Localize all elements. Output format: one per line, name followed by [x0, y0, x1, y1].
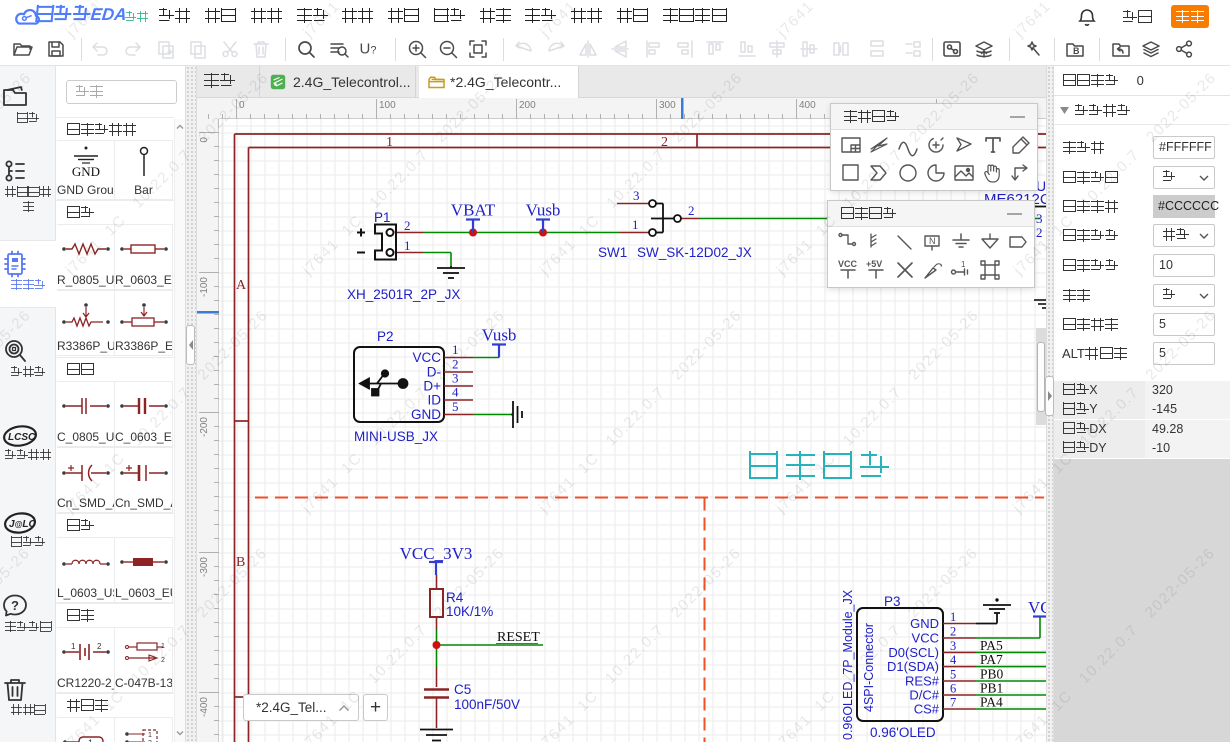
svg-text:1: 1	[161, 643, 165, 650]
svg-text:B: B	[1073, 46, 1080, 56]
svg-text:D+: D+	[423, 379, 441, 394]
svg-text:1: 1	[386, 135, 393, 150]
svg-text:1: 1	[404, 238, 411, 253]
svg-text:400: 400	[799, 100, 816, 111]
svg-text:1: 1	[148, 732, 152, 739]
svg-text:MINI-USB_JX: MINI-USB_JX	[354, 429, 438, 444]
svg-text:300: 300	[659, 100, 676, 111]
svg-text:1: 1	[71, 642, 76, 651]
svg-text:1: 1	[632, 217, 639, 232]
svg-text:N: N	[929, 236, 936, 246]
svg-text:5: 5	[452, 399, 459, 414]
svg-text:GND: GND	[411, 407, 441, 422]
svg-text:B: B	[236, 555, 245, 570]
svg-text:XH_2501R_2P_JX: XH_2501R_2P_JX	[347, 287, 460, 302]
svg-text:4: 4	[452, 385, 459, 400]
svg-text:3: 3	[633, 188, 640, 203]
svg-text:2: 2	[1036, 225, 1043, 240]
svg-text:ID: ID	[428, 393, 442, 408]
svg-text:VCC: VCC	[838, 259, 858, 269]
svg-text:VCC: VCC	[412, 350, 441, 365]
svg-text:1: 1	[961, 260, 966, 269]
svg-text:SW1: SW1	[598, 245, 627, 260]
svg-text:1: 1	[88, 738, 93, 742]
svg-text:100: 100	[379, 100, 396, 111]
svg-text:?: ?	[11, 598, 19, 613]
svg-text:3: 3	[452, 371, 459, 386]
svg-text:Vusb: Vusb	[526, 201, 561, 220]
svg-text:2: 2	[161, 657, 165, 664]
svg-text:SW_SK-12D02_JX: SW_SK-12D02_JX	[637, 245, 752, 260]
svg-text:0: 0	[239, 100, 245, 111]
svg-text:P1: P1	[374, 210, 391, 225]
svg-text:2: 2	[404, 218, 411, 233]
svg-text:VBAT: VBAT	[451, 201, 496, 220]
svg-text:D-: D-	[427, 365, 441, 380]
svg-text:Vusb: Vusb	[482, 326, 517, 345]
svg-text:P2: P2	[377, 329, 394, 344]
svg-text:200: 200	[519, 100, 536, 111]
svg-text:2: 2	[97, 642, 102, 651]
svg-text:+5V: +5V	[866, 259, 882, 269]
svg-text:A: A	[236, 278, 247, 293]
svg-text:J@LC: J@LC	[9, 519, 36, 530]
svg-text:GND: GND	[71, 164, 99, 179]
svg-text:1: 1	[452, 342, 459, 357]
svg-text:3: 3	[1036, 211, 1043, 226]
svg-text:LCSC: LCSC	[8, 432, 36, 443]
svg-text:2: 2	[452, 357, 459, 372]
svg-text:2: 2	[688, 203, 695, 218]
svg-text:2: 2	[661, 135, 668, 150]
